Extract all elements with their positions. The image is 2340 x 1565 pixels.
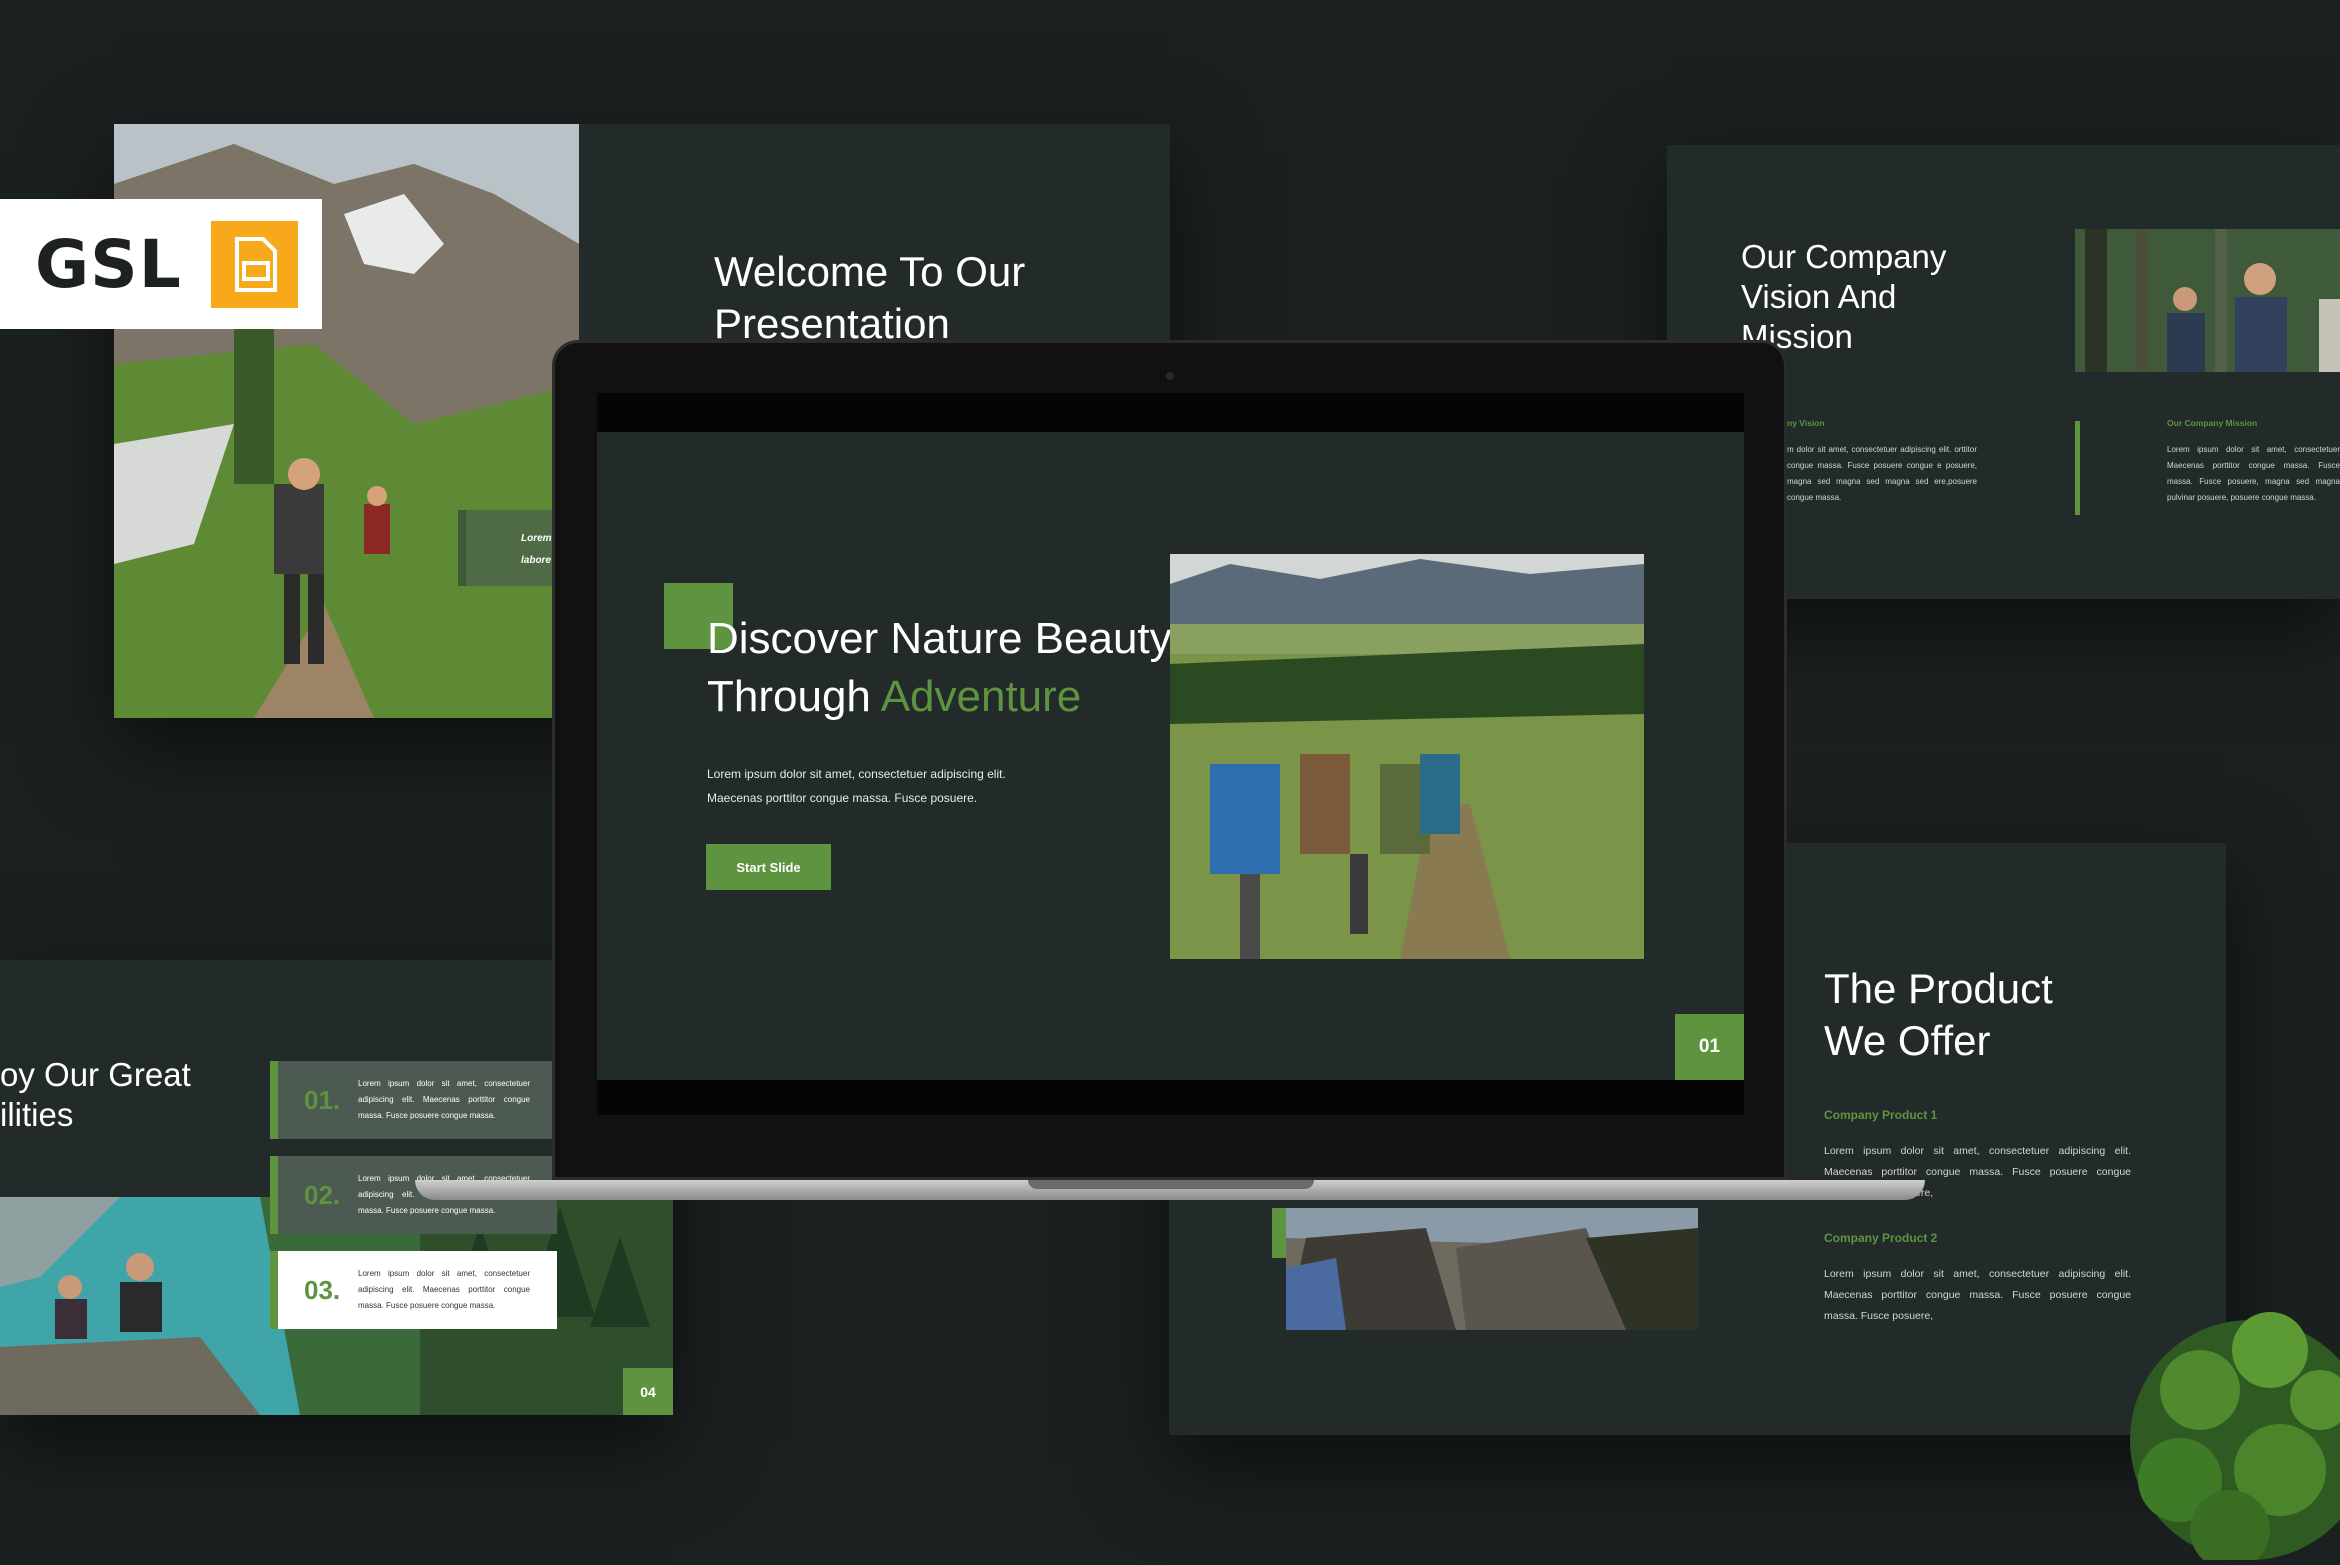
product2-heading: Company Product 2: [1824, 1231, 1938, 1245]
screen-letterbox-bottom: [597, 1080, 1744, 1115]
vision-body: m dolor sit amet, consectetuer adipiscin…: [1787, 445, 1977, 502]
list-item-text: Lorem ipsum dolor sit amet, consectetuer…: [358, 1079, 530, 1120]
main-title: Discover Nature Beauty Through Adventure: [707, 610, 1172, 726]
list-item-text: Lorem ipsum dolor sit amet, consectetuer…: [358, 1269, 530, 1310]
product-title-line2: We Offer: [1824, 1017, 1991, 1064]
vision-title: Our Company Vision And Mission: [1741, 237, 1946, 357]
product2-body: Lorem ipsum dolor sit amet, consectetuer…: [1824, 1268, 2131, 1322]
rocks-photo: [1286, 1208, 1698, 1330]
welcome-title: Welcome To Our Presentation: [714, 246, 1025, 350]
vision-heading: ny Vision: [1787, 418, 1825, 428]
list-item-number: 03.: [304, 1274, 341, 1305]
list-item: 03. Lorem ipsum dolor sit amet, consecte…: [270, 1251, 557, 1329]
vision-title-line1: Our Company: [1741, 238, 1947, 275]
product-title-line1: The Product: [1824, 965, 2053, 1012]
main-title-accent: Adventure: [880, 672, 1082, 721]
screen-letterbox-top: [597, 393, 1744, 432]
gsl-badge: GSL: [0, 199, 322, 329]
list-item-number: 01.: [304, 1084, 341, 1115]
mission-divider: [2075, 421, 2080, 515]
facilities-title-line2: ilities: [0, 1096, 74, 1133]
main-title-prefix: Through: [707, 672, 881, 721]
backpackers-meadow-photo: [1170, 554, 1644, 959]
mission-body: Lorem ipsum dolor sit amet, consectetuer…: [2167, 445, 2340, 502]
google-slides-icon: [211, 221, 298, 308]
main-title-line2: Through Adventure: [707, 668, 1172, 726]
main-slide: Discover Nature Beauty Through Adventure…: [597, 432, 1744, 1080]
facilities-page-number: 04: [623, 1368, 673, 1415]
vision-title-line2: Vision And: [1741, 278, 1897, 315]
main-body-line1: Lorem ipsum dolor sit amet, consectetuer…: [707, 767, 1006, 781]
product-title: The Product We Offer: [1824, 963, 2053, 1067]
product1-heading: Company Product 1: [1824, 1108, 1938, 1122]
plant-decoration: [2110, 1270, 2340, 1565]
badge-label: GSL: [35, 225, 182, 303]
facilities-title: oy Our Great ilities: [0, 1055, 191, 1135]
main-page-number: 01: [1675, 1014, 1744, 1080]
friends-forest-photo: [2075, 229, 2340, 372]
facilities-title-line1: oy Our Great: [0, 1056, 191, 1093]
laptop-notch: [1028, 1180, 1314, 1189]
start-slide-button[interactable]: Start Slide: [706, 844, 831, 890]
list-item: 01. Lorem ipsum dolor sit amet, consecte…: [270, 1061, 557, 1139]
mission-heading: Our Company Mission: [2167, 418, 2258, 428]
main-body: Lorem ipsum dolor sit amet, consectetuer…: [707, 762, 1006, 810]
main-body-line2: Maecenas porttitor congue massa. Fusce p…: [707, 791, 978, 805]
laptop-camera: [1166, 372, 1174, 380]
list-item-number: 02.: [304, 1179, 341, 1210]
main-title-line1: Discover Nature Beauty: [707, 614, 1172, 663]
welcome-title-line1: Welcome To Our: [714, 248, 1026, 295]
